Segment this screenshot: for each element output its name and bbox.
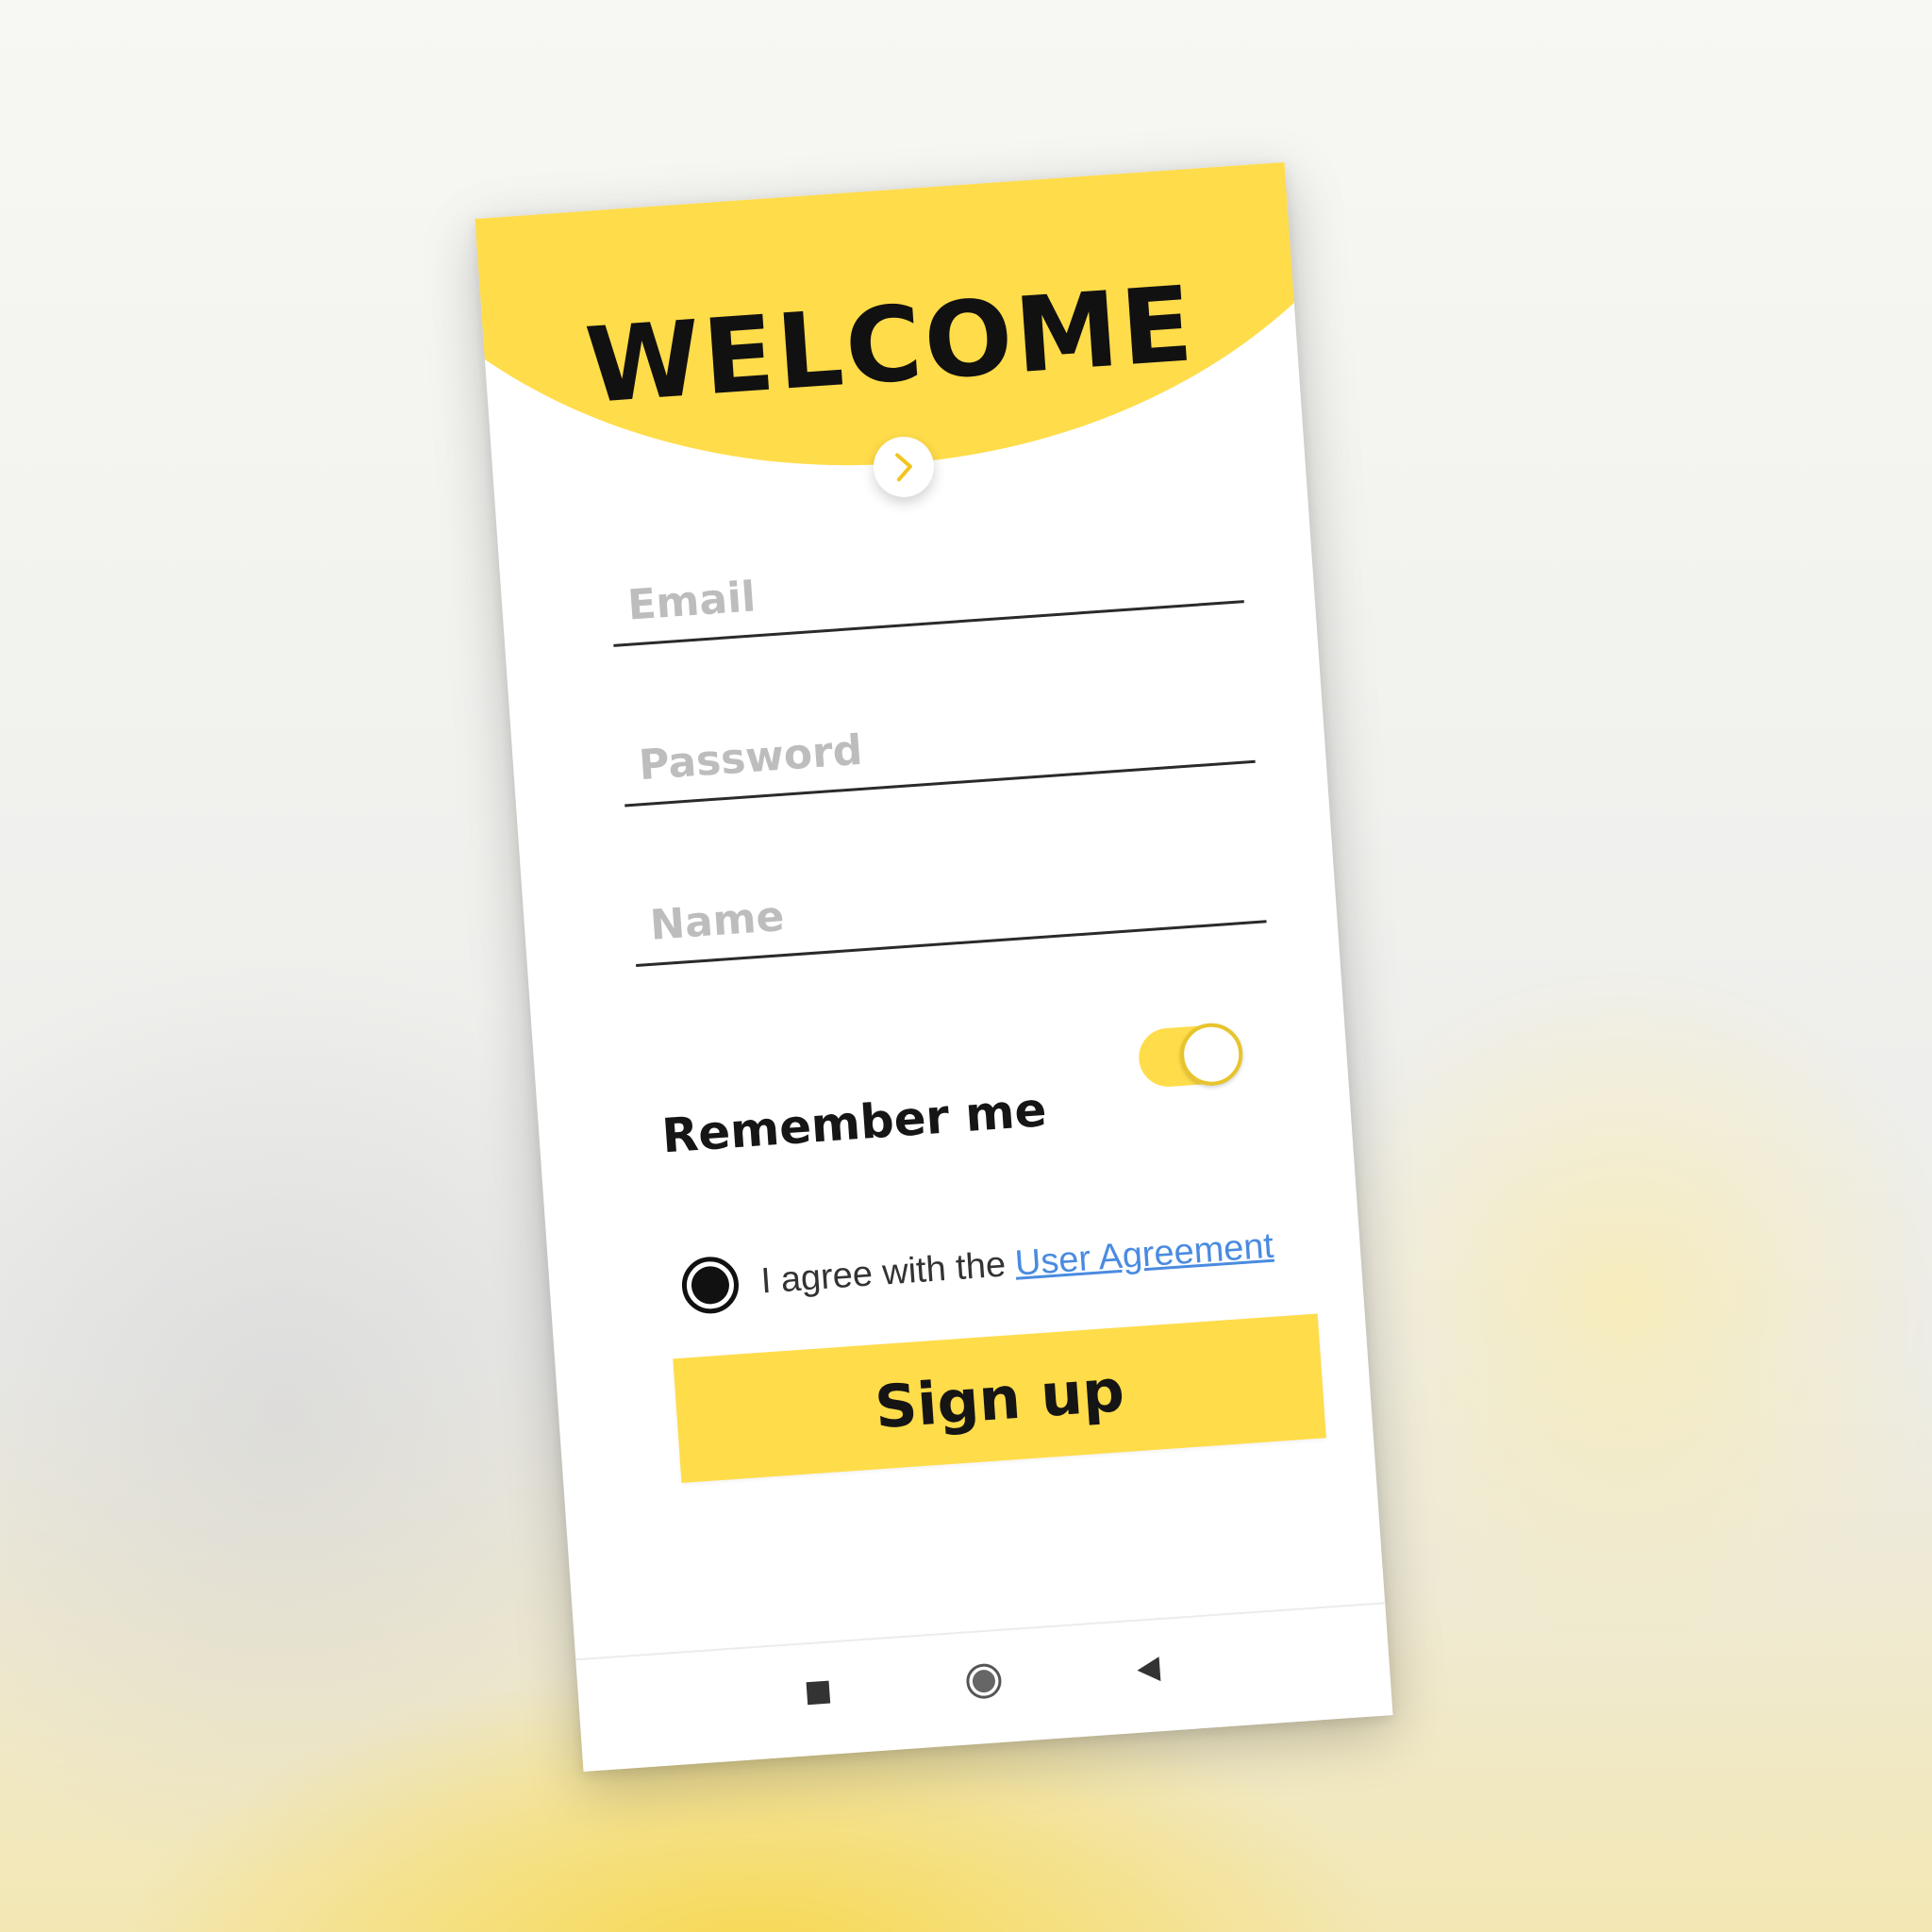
circle-icon [964,1660,1005,1706]
user-agreement-link[interactable]: User Agreement [1013,1225,1274,1284]
email-field[interactable] [625,540,1232,630]
phone-screen: WELCOME Remember me I agree [475,162,1393,1772]
sign-up-button[interactable]: Sign up [673,1313,1326,1483]
agreement-row: I agree with the User Agreement [679,1213,1276,1321]
home-button[interactable] [954,1653,1014,1713]
recent-apps-button[interactable] [788,1664,848,1724]
password-field[interactable] [637,699,1243,791]
signup-screen: WELCOME Remember me I agree [475,162,1393,1772]
remember-me-toggle[interactable] [1137,1021,1245,1091]
agreement-radio[interactable] [679,1255,741,1316]
radio-selected-dot [690,1265,731,1306]
back-button[interactable] [1119,1641,1179,1702]
name-field-container [630,844,1267,968]
square-icon [805,1679,831,1710]
email-field-container [608,525,1244,647]
system-nav-bar [575,1602,1393,1772]
remember-me-label: Remember me [659,1082,1049,1164]
triangle-back-icon [1134,1655,1162,1690]
name-field[interactable] [648,859,1255,950]
agreement-text: I agree with the [759,1244,1008,1302]
password-field-container [619,684,1256,808]
chevron-right-icon [889,449,919,485]
